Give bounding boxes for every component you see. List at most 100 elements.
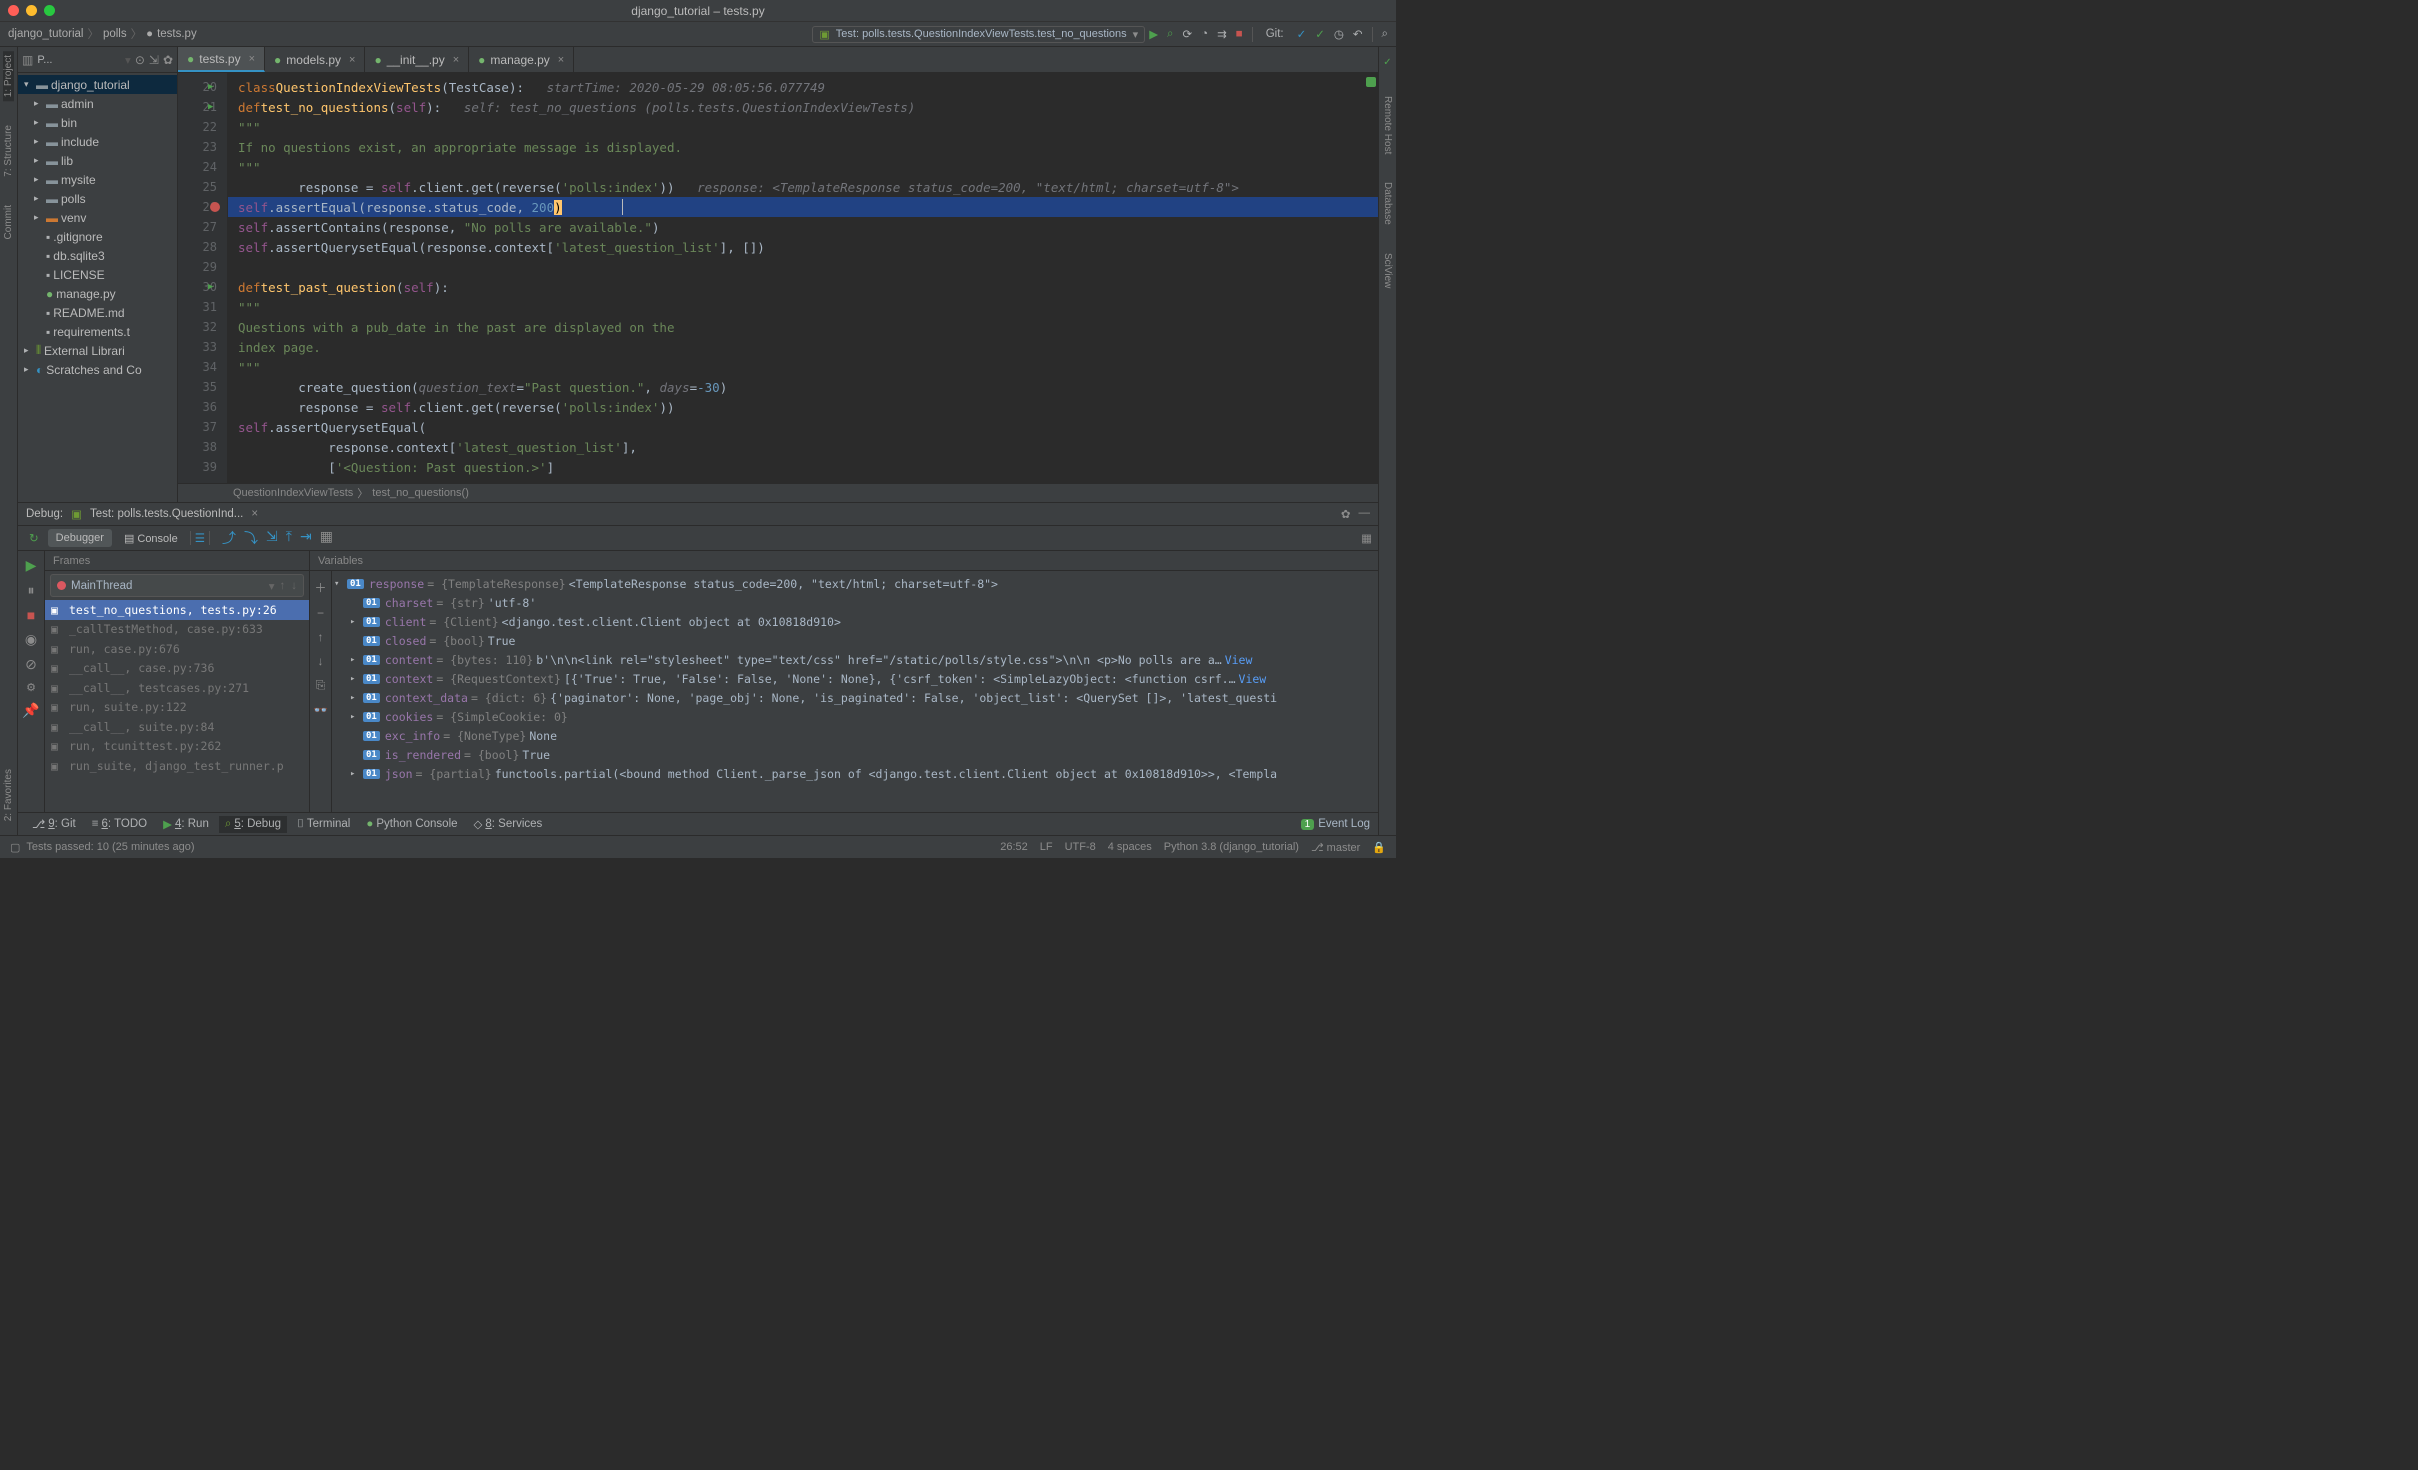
- tree-item-.gitignore[interactable]: ▪.gitignore: [18, 227, 177, 246]
- view-link[interactable]: View: [1225, 653, 1253, 667]
- settings-icon[interactable]: ✿: [163, 53, 173, 67]
- tw-todo[interactable]: ≡6: TODO: [86, 816, 153, 832]
- close-tab-icon[interactable]: ×: [558, 54, 564, 66]
- interpreter-label[interactable]: Python 3.8 (django_tutorial): [1164, 841, 1299, 854]
- code-line-35[interactable]: create_question(question_text="Past ques…: [228, 377, 1378, 397]
- tree-item-manage.py[interactable]: ●manage.py: [18, 284, 177, 303]
- step-out-icon[interactable]: ⤒: [286, 528, 292, 548]
- tree-item-LICENSE[interactable]: ▪LICENSE: [18, 265, 177, 284]
- git-rollback-button[interactable]: ↶: [1353, 27, 1363, 41]
- gutter-line-33[interactable]: 33: [178, 337, 227, 357]
- tool-tab-sciview[interactable]: SciView: [1382, 249, 1393, 292]
- gutter-line-32[interactable]: 32: [178, 317, 227, 337]
- gutter-line-22[interactable]: 22: [178, 117, 227, 137]
- tool-tab-commit[interactable]: Commit: [3, 201, 14, 243]
- cursor-position[interactable]: 26:52: [1000, 841, 1028, 854]
- gutter-line-23[interactable]: 23: [178, 137, 227, 157]
- tw-terminal[interactable]: ⌷Terminal: [291, 816, 356, 833]
- breadcrumb-file[interactable]: tests.py: [157, 28, 197, 40]
- variable-context_data[interactable]: ▸01context_data = {dict: 6} {'paginator'…: [332, 688, 1378, 707]
- stack-frame[interactable]: ▣run, suite.py:122: [45, 698, 309, 718]
- editor-tab-tests.py[interactable]: ●tests.py×: [178, 47, 265, 72]
- thread-list-icon[interactable]: ☰: [190, 531, 210, 545]
- watch-glasses-icon[interactable]: 👓: [313, 703, 328, 717]
- debug-minimize-icon[interactable]: —: [1359, 507, 1371, 521]
- file-encoding[interactable]: UTF-8: [1065, 841, 1096, 854]
- gutter-line-28[interactable]: 28: [178, 237, 227, 257]
- editor-code[interactable]: class QuestionIndexViewTests(TestCase): …: [228, 73, 1378, 483]
- git-branch[interactable]: ⎇ master: [1311, 841, 1360, 854]
- close-tab-icon[interactable]: ×: [453, 54, 459, 66]
- stack-frame[interactable]: ▣__call__, case.py:736: [45, 659, 309, 679]
- variable-client[interactable]: ▸01client = {Client} <django.test.client…: [332, 612, 1378, 631]
- tw-services[interactable]: ◇8: Services: [468, 815, 549, 833]
- code-line-25[interactable]: response = self.client.get(reverse('poll…: [228, 177, 1378, 197]
- gutter-line-24[interactable]: 24: [178, 157, 227, 177]
- code-line-30[interactable]: def test_past_question(self):: [228, 277, 1378, 297]
- breadcrumb-class[interactable]: QuestionIndexViewTests: [233, 487, 353, 499]
- gutter-line-37[interactable]: 37: [178, 417, 227, 437]
- editor-tab-models.py[interactable]: ●models.py×: [265, 47, 365, 72]
- line-separator[interactable]: LF: [1040, 841, 1053, 854]
- run-to-cursor-icon[interactable]: ⇥: [300, 528, 312, 548]
- variables-tree[interactable]: ▾01response = {TemplateResponse} <Templa…: [332, 571, 1378, 812]
- tree-item-venv[interactable]: ▸▬venv: [18, 208, 177, 227]
- tree-item-bin[interactable]: ▸▬bin: [18, 113, 177, 132]
- breadcrumb-project[interactable]: django_tutorial: [8, 28, 83, 40]
- tree-item-db.sqlite3[interactable]: ▪db.sqlite3: [18, 246, 177, 265]
- gutter-line-39[interactable]: 39: [178, 457, 227, 477]
- tree-item-admin[interactable]: ▸▬admin: [18, 94, 177, 113]
- tool-windows-button[interactable]: ▢: [10, 841, 20, 854]
- code-line-27[interactable]: self.assertContains(response, "No polls …: [228, 217, 1378, 237]
- pin-tab-icon[interactable]: 📌: [22, 702, 39, 719]
- editor-tab-manage.py[interactable]: ●manage.py×: [469, 47, 574, 72]
- gutter-line-35[interactable]: 35: [178, 377, 227, 397]
- gutter-line-21[interactable]: 21▶: [178, 97, 227, 117]
- step-into-icon[interactable]: ⤵: [244, 528, 258, 548]
- gutter-line-38[interactable]: 38: [178, 437, 227, 457]
- gutter-line-26[interactable]: 26: [178, 197, 227, 217]
- step-over-icon[interactable]: ⤴: [222, 528, 236, 548]
- stop-button[interactable]: ■: [1236, 28, 1243, 40]
- settings-debug-icon[interactable]: ⚙: [26, 681, 36, 694]
- window-minimize-button[interactable]: [26, 5, 37, 16]
- project-tree[interactable]: ▾▬django_tutorial▸▬admin▸▬bin▸▬include▸▬…: [18, 73, 177, 502]
- frame-list[interactable]: ▣test_no_questions, tests.py:26▣_callTes…: [45, 600, 309, 812]
- code-line-36[interactable]: response = self.client.get(reverse('poll…: [228, 397, 1378, 417]
- code-line-33[interactable]: index page.: [228, 337, 1378, 357]
- variable-closed[interactable]: 01closed = {bool} True: [332, 631, 1378, 650]
- code-line-39[interactable]: ['<Question: Past question.>']: [228, 457, 1378, 477]
- code-line-24[interactable]: """: [228, 157, 1378, 177]
- gutter-line-27[interactable]: 27: [178, 217, 227, 237]
- tool-tab-project[interactable]: 1: Project: [3, 51, 14, 101]
- editor-gutter[interactable]: 20▶21▶222324252627282930▶313233343536373…: [178, 73, 228, 483]
- rerun-icon[interactable]: ↻: [24, 529, 44, 547]
- search-everywhere-button[interactable]: ⌕: [1382, 28, 1388, 41]
- concurrency-button[interactable]: ⇉: [1217, 27, 1227, 41]
- add-watch-icon[interactable]: ＋: [314, 579, 326, 596]
- coverage-button[interactable]: ⟳: [1183, 27, 1193, 41]
- inspection-marker[interactable]: [1366, 77, 1376, 87]
- tree-item-requirements.t[interactable]: ▪requirements.t: [18, 322, 177, 341]
- tree-item-README.md[interactable]: ▪README.md: [18, 303, 177, 322]
- code-line-28[interactable]: self.assertQuerysetEqual(response.contex…: [228, 237, 1378, 257]
- evaluate-expression-icon[interactable]: ▦: [320, 528, 333, 548]
- variable-content[interactable]: ▸01content = {bytes: 110} b'\n\n<link re…: [332, 650, 1378, 669]
- code-line-34[interactable]: """: [228, 357, 1378, 377]
- code-line-29[interactable]: [228, 257, 1378, 277]
- next-frame-icon[interactable]: ↓: [291, 580, 297, 592]
- view-breakpoints-icon[interactable]: ◉: [25, 631, 37, 648]
- tool-tab-remote-host[interactable]: Remote Host: [1382, 92, 1393, 158]
- view-link[interactable]: View: [1239, 672, 1267, 686]
- git-commit-button[interactable]: ✓: [1315, 27, 1325, 41]
- stack-frame[interactable]: ▣run, case.py:676: [45, 639, 309, 659]
- variable-response[interactable]: ▾01response = {TemplateResponse} <Templa…: [332, 574, 1378, 593]
- locate-file-icon[interactable]: ⊙: [135, 53, 145, 67]
- debug-button[interactable]: ⌕: [1167, 28, 1173, 41]
- git-history-button[interactable]: ◷: [1334, 27, 1344, 41]
- run-config-selector[interactable]: ▣ Test: polls.tests.QuestionIndexViewTes…: [812, 26, 1145, 43]
- inspection-ok-icon[interactable]: ✓: [1383, 57, 1391, 68]
- remove-watch-icon[interactable]: −: [317, 606, 324, 620]
- force-step-into-icon[interactable]: ⇲: [266, 528, 278, 548]
- tw-run[interactable]: ▶4: Run: [157, 815, 215, 833]
